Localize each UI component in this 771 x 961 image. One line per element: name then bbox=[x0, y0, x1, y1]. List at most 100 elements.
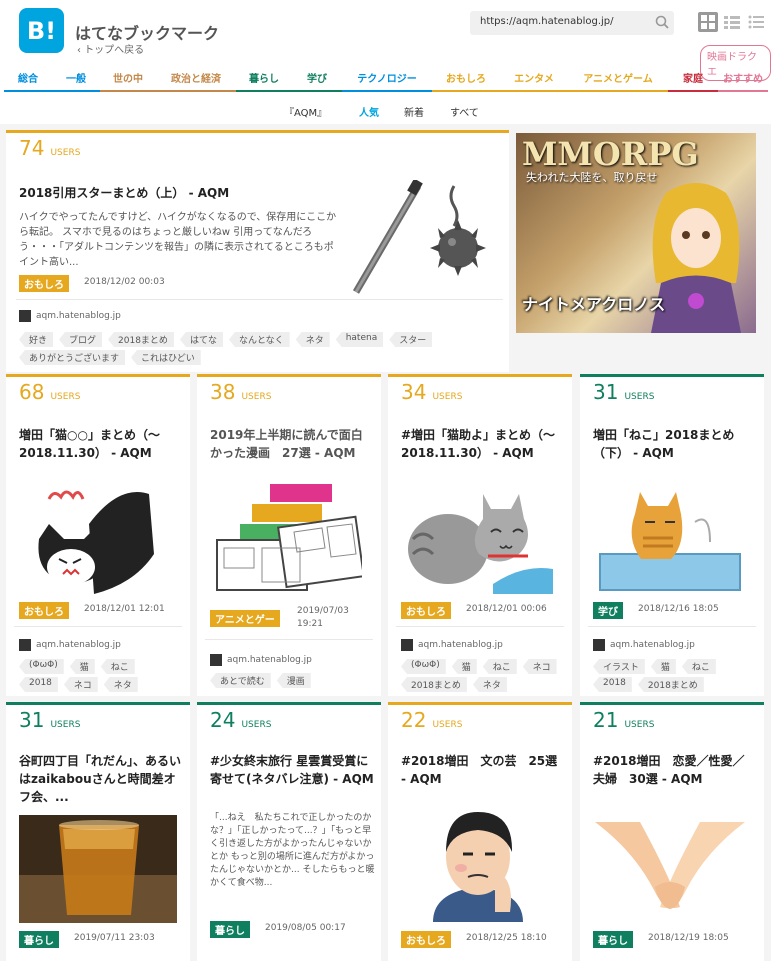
search-icon[interactable] bbox=[655, 15, 669, 29]
entry-domain[interactable]: aqm.hatenablog.jp bbox=[401, 639, 503, 651]
keyword-tag[interactable]: 2018まとめ bbox=[637, 677, 704, 692]
keyword-tag[interactable]: ネコ bbox=[522, 659, 557, 674]
thinking-man-thumbnail[interactable] bbox=[413, 812, 543, 922]
keyword-tag[interactable]: ネタ bbox=[103, 677, 138, 692]
keyword-tag[interactable]: hatena bbox=[335, 332, 384, 347]
keyword-tag[interactable]: 猫 bbox=[69, 659, 95, 674]
entry-title[interactable]: #増田「猫助よ」まとめ（～2018.11.30） - AQM bbox=[401, 426, 563, 462]
category-seiji-keizai[interactable]: 政治と経済 bbox=[156, 64, 236, 92]
keyword-tag[interactable]: ネタ bbox=[295, 332, 330, 347]
users-count[interactable]: 68 USERS bbox=[19, 380, 80, 404]
category-ippan[interactable]: 一般 bbox=[52, 64, 100, 92]
keyword-tag[interactable]: ねこ bbox=[482, 659, 517, 674]
game-ad-banner[interactable]: MMORPG 失われた大陸を、取り戻せ ナイトメアクロノス bbox=[516, 133, 756, 333]
keyword-tag[interactable]: ネタ bbox=[472, 677, 507, 692]
keyword-tag[interactable]: ネコ bbox=[63, 677, 98, 692]
entry-title[interactable]: 増田「猫○○」まとめ（～2018.11.30） - AQM bbox=[19, 426, 179, 462]
category-entame[interactable]: エンタメ bbox=[500, 64, 568, 92]
grid-view-icon[interactable] bbox=[698, 12, 718, 32]
users-count[interactable]: 38 USERS bbox=[210, 380, 271, 404]
entry-title[interactable]: #2018増田 恋愛／性愛／夫婦 30選 - AQM bbox=[593, 752, 753, 788]
entry-card[interactable]: 34 USERS #増田「猫助よ」まとめ（～2018.11.30） - AQM … bbox=[388, 374, 572, 696]
category-tag[interactable]: おもしろ bbox=[401, 931, 451, 948]
entry-card[interactable]: 68 USERS 増田「猫○○」まとめ（～2018.11.30） - AQM お… bbox=[6, 374, 190, 696]
keyword-tag[interactable]: 2018まとめ bbox=[108, 332, 174, 347]
category-tag[interactable]: 暮らし bbox=[210, 921, 250, 938]
category-anime-game[interactable]: アニメとゲーム bbox=[568, 64, 668, 92]
category-omoshiro[interactable]: おもしろ bbox=[432, 64, 500, 92]
angry-cat-thumbnail[interactable] bbox=[19, 479, 159, 594]
keyword-tag[interactable]: 猫 bbox=[451, 659, 477, 674]
keyword-tag[interactable]: ブログ bbox=[59, 332, 103, 347]
keyword-tag[interactable]: ねこ bbox=[681, 659, 716, 674]
users-count[interactable]: 34 USERS bbox=[401, 380, 462, 404]
entry-domain[interactable]: aqm.hatenablog.jp bbox=[593, 639, 695, 651]
entry-domain[interactable]: aqm.hatenablog.jp bbox=[19, 310, 121, 322]
entry-domain[interactable]: aqm.hatenablog.jp bbox=[210, 654, 312, 666]
keyword-tag[interactable]: 漫画 bbox=[276, 673, 311, 688]
entry-title[interactable]: 2018引用スターまとめ（上） - AQM bbox=[19, 184, 339, 202]
users-count[interactable]: 31 USERS bbox=[19, 708, 80, 732]
keyword-tag[interactable]: あとで読む bbox=[210, 673, 271, 688]
category-yononaka[interactable]: 世の中 bbox=[100, 64, 156, 92]
keyword-tag[interactable]: ありがとうございます bbox=[19, 350, 126, 365]
category-tag[interactable]: 暮らし bbox=[19, 931, 59, 948]
keyword-tag[interactable]: 好き bbox=[19, 332, 54, 347]
users-count[interactable]: 21 USERS bbox=[593, 708, 654, 732]
entry-title[interactable]: #少女終末旅行 星雲賞受賞に寄せて(ネタバレ注意) - AQM bbox=[210, 752, 375, 788]
keyword-tag[interactable]: ねこ bbox=[100, 659, 135, 674]
users-count[interactable]: 24 USERS bbox=[210, 708, 271, 732]
compact-list-view-icon[interactable] bbox=[746, 12, 766, 32]
category-katei[interactable]: 家庭 bbox=[668, 64, 718, 92]
keyword-tag[interactable]: これはひどい bbox=[131, 350, 201, 365]
entry-card[interactable]: 74 USERS 2018引用スターまとめ（上） - AQM ハイクでやってたん… bbox=[6, 130, 509, 372]
keyword-tag[interactable]: 2018 bbox=[19, 677, 58, 692]
entry-card[interactable]: 24 USERS #少女終末旅行 星雲賞受賞に寄せて(ネタバレ注意) - AQM… bbox=[197, 702, 381, 961]
tab-new[interactable]: 新着 bbox=[404, 104, 424, 119]
keyword-tag[interactable]: 2018まとめ bbox=[401, 677, 467, 692]
drink-glass-photo[interactable] bbox=[19, 815, 177, 923]
tab-all[interactable]: すべて bbox=[450, 104, 479, 119]
keyword-tag[interactable]: イラスト bbox=[593, 659, 645, 674]
hatena-bookmark-logo[interactable]: B! bbox=[19, 8, 64, 53]
users-count[interactable]: 31 USERS bbox=[593, 380, 654, 404]
category-tag[interactable]: 暮らし bbox=[593, 931, 633, 948]
tab-popular[interactable]: 人気 bbox=[359, 104, 379, 119]
flail-thumbnail[interactable] bbox=[346, 180, 496, 298]
happy-cat-thumbnail[interactable] bbox=[403, 484, 553, 594]
category-osusume[interactable]: おすすめ bbox=[718, 64, 768, 92]
keyword-tag[interactable]: スター bbox=[389, 332, 433, 347]
category-kurashi[interactable]: 暮らし bbox=[236, 64, 292, 92]
search-input[interactable]: https://aqm.hatenablog.jp/ bbox=[470, 11, 674, 35]
entry-title[interactable]: 2019年上半期に読んで面白かった漫画 27選 - AQM bbox=[210, 426, 370, 462]
keyword-tag[interactable]: (ΦωΦ) bbox=[19, 659, 64, 674]
keyword-tag[interactable]: (ΦωΦ) bbox=[401, 659, 446, 674]
cat-litter-box-thumbnail[interactable] bbox=[595, 482, 745, 594]
holding-hands-thumbnail[interactable] bbox=[595, 812, 745, 922]
category-tag[interactable]: アニメとゲー bbox=[210, 610, 280, 627]
category-tag[interactable]: おもしろ bbox=[19, 602, 69, 619]
entry-card[interactable]: 21 USERS #2018増田 恋愛／性愛／夫婦 30選 - AQM 暮らし … bbox=[580, 702, 764, 961]
keyword-tag[interactable]: なんとなく bbox=[228, 332, 290, 347]
users-count[interactable]: 22 USERS bbox=[401, 708, 462, 732]
keyword-tag[interactable]: 2018 bbox=[593, 677, 632, 692]
category-sougou[interactable]: 総合 bbox=[4, 64, 52, 92]
entry-title[interactable]: #2018増田 文の芸 25選 - AQM bbox=[401, 752, 561, 788]
entry-card[interactable]: 22 USERS #2018増田 文の芸 25選 - AQM おもしろ 2018… bbox=[388, 702, 572, 961]
category-manabi[interactable]: 学び bbox=[292, 64, 342, 92]
entry-card[interactable]: 31 USERS 増田「ねこ」2018まとめ（下） - AQM 学び 2018/… bbox=[580, 374, 764, 696]
category-tag[interactable]: 学び bbox=[593, 602, 623, 619]
users-count[interactable]: 74 USERS bbox=[19, 136, 80, 160]
category-technology[interactable]: テクノロジー bbox=[342, 64, 432, 92]
list-view-icon[interactable] bbox=[722, 12, 742, 32]
category-tag[interactable]: おもしろ bbox=[401, 602, 451, 619]
entry-card[interactable]: 38 USERS 2019年上半期に読んで面白かった漫画 27選 - AQM ア… bbox=[197, 374, 381, 696]
manga-books-thumbnail[interactable] bbox=[212, 482, 362, 594]
category-tag[interactable]: おもしろ bbox=[19, 275, 69, 292]
entry-title[interactable]: 谷町四丁目「れだん」、あるいはzaikabouさんと時間差オフ会、... bbox=[19, 752, 184, 806]
entry-title[interactable]: 増田「ねこ」2018まとめ（下） - AQM bbox=[593, 426, 753, 462]
keyword-tag[interactable]: はてな bbox=[179, 332, 223, 347]
back-to-top-link[interactable]: ‹ トップへ戻る bbox=[77, 41, 144, 56]
entry-card[interactable]: 31 USERS 谷町四丁目「れだん」、あるいはzaikabouさんと時間差オフ… bbox=[6, 702, 190, 961]
keyword-tag[interactable]: 猫 bbox=[650, 659, 676, 674]
